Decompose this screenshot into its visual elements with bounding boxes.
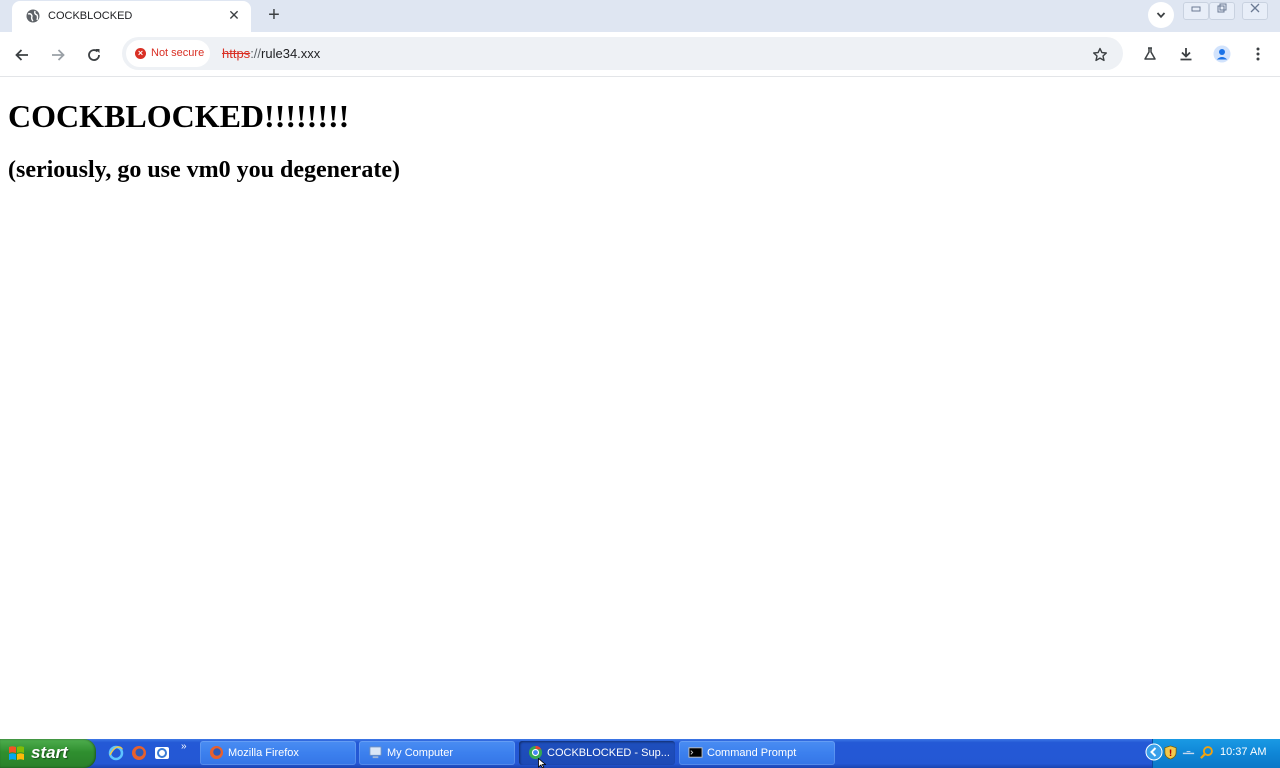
page-content: COCKBLOCKED!!!!!!!! (seriously, go use v… bbox=[0, 77, 1280, 739]
task-label: COCKBLOCKED - Sup... bbox=[547, 747, 670, 759]
reload-icon bbox=[88, 48, 100, 61]
clock: 10:37 AM bbox=[1220, 746, 1267, 758]
url-separator: :// bbox=[250, 46, 262, 61]
download-icon bbox=[1180, 47, 1192, 61]
start-button[interactable]: start bbox=[0, 739, 96, 768]
svg-text:!: ! bbox=[1169, 748, 1173, 758]
tab-search-button[interactable] bbox=[1148, 2, 1174, 28]
close-window-button[interactable] bbox=[1242, 2, 1268, 20]
search-icon[interactable] bbox=[1199, 745, 1214, 760]
task-button-command-prompt[interactable]: Command Prompt bbox=[679, 741, 835, 765]
taskbar: start » Mozilla Firefox My Computer COCK bbox=[0, 739, 1280, 768]
labs-button[interactable] bbox=[1138, 42, 1162, 66]
restore-icon bbox=[1217, 3, 1227, 13]
internet-explorer-icon[interactable] bbox=[108, 745, 124, 761]
page-subheading: (seriously, go use vm0 you degenerate) bbox=[8, 157, 400, 183]
chevron-down-icon bbox=[1156, 12, 1166, 18]
quick-launch-more[interactable]: » bbox=[181, 741, 187, 752]
task-label: My Computer bbox=[387, 747, 454, 759]
mouse-cursor-icon bbox=[538, 758, 546, 768]
security-label: Not secure bbox=[151, 47, 205, 59]
restore-button[interactable] bbox=[1209, 2, 1235, 20]
close-icon bbox=[1250, 3, 1260, 13]
page-heading: COCKBLOCKED!!!!!!!! bbox=[8, 98, 350, 134]
security-chip[interactable]: × Not secure bbox=[126, 40, 210, 67]
browser-tab[interactable]: COCKBLOCKED ✕ bbox=[12, 1, 251, 32]
address-bar[interactable]: × Not secure https://rule34.xxx bbox=[122, 37, 1123, 70]
back-arrow-icon bbox=[15, 48, 28, 61]
kebab-menu-icon bbox=[1256, 47, 1260, 61]
url-text[interactable]: https://rule34.xxx bbox=[222, 46, 320, 61]
cmd-icon bbox=[688, 747, 703, 758]
warning-icon: × bbox=[135, 48, 146, 59]
star-icon bbox=[1093, 47, 1107, 61]
url-host: rule34.xxx bbox=[261, 46, 321, 61]
task-button-my-computer[interactable]: My Computer bbox=[359, 741, 515, 765]
forward-button[interactable] bbox=[46, 42, 70, 66]
profile-icon bbox=[1213, 45, 1231, 63]
windows-logo-icon bbox=[9, 746, 24, 760]
browser-toolbar: × Not secure https://rule34.xxx bbox=[0, 32, 1280, 77]
close-tab-icon[interactable]: ✕ bbox=[226, 7, 242, 23]
downloads-button[interactable] bbox=[1174, 42, 1198, 66]
forward-arrow-icon bbox=[52, 48, 65, 61]
url-scheme: https bbox=[222, 46, 251, 61]
show-desktop-icon[interactable] bbox=[154, 745, 170, 761]
firefox-icon bbox=[209, 745, 224, 760]
globe-icon bbox=[26, 9, 40, 23]
minimize-icon bbox=[1191, 6, 1201, 12]
back-button[interactable] bbox=[10, 42, 34, 66]
system-tray: ! 10:37 AM bbox=[1145, 739, 1280, 768]
bookmark-button[interactable] bbox=[1089, 43, 1111, 65]
my-computer-icon bbox=[369, 746, 382, 759]
security-shield-icon[interactable]: ! bbox=[1163, 745, 1178, 760]
task-label: Command Prompt bbox=[707, 747, 797, 759]
firefox-icon[interactable] bbox=[131, 745, 147, 761]
tab-title: COCKBLOCKED bbox=[48, 10, 133, 22]
network-icon[interactable] bbox=[1181, 745, 1196, 760]
browser-menu-button[interactable] bbox=[1246, 42, 1270, 66]
flask-icon bbox=[1144, 47, 1156, 60]
collapse-tray-icon[interactable] bbox=[1145, 743, 1163, 761]
new-tab-button[interactable]: + bbox=[263, 4, 285, 26]
task-button-firefox[interactable]: Mozilla Firefox bbox=[200, 741, 356, 765]
tab-strip: COCKBLOCKED ✕ + bbox=[0, 0, 1280, 32]
profile-button[interactable] bbox=[1210, 42, 1234, 66]
reload-button[interactable] bbox=[82, 42, 106, 66]
task-label: Mozilla Firefox bbox=[228, 747, 299, 759]
start-label: start bbox=[31, 743, 68, 762]
minimize-button[interactable] bbox=[1183, 2, 1209, 20]
